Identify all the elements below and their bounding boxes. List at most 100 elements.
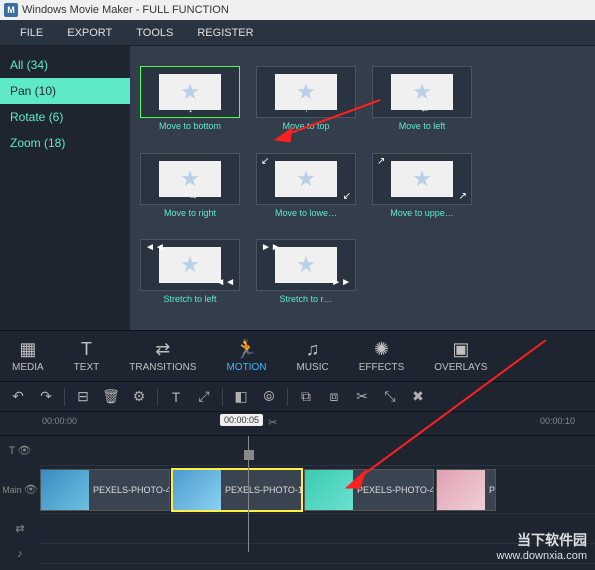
direction-arrow-icon: ↗: [377, 156, 385, 167]
sidebar: All (34) Pan (10) Rotate (6) Zoom (18): [0, 46, 130, 330]
star-icon: ★: [412, 166, 432, 192]
timeline-clip[interactable]: PE: [436, 469, 496, 511]
separator: [287, 388, 288, 406]
effects-grid: ★ ↓ Move to bottom ★ ↑ Move to top ★ ← M…: [130, 46, 595, 330]
effect-tile[interactable]: ★ ← Move to left: [372, 66, 472, 137]
toolbar-button[interactable]: ⤢: [194, 388, 214, 405]
separator: [157, 388, 158, 406]
module-tabs: ▦ MEDIA TTEXT ⇄TRANSITIONS 🏃 MOTION ♫ MUSIC ✺EFF…: [0, 330, 595, 382]
main-area: All (34) Pan (10) Rotate (6) Zoom (18) ★…: [0, 46, 595, 330]
effect-thumb: ★ →: [140, 153, 240, 205]
star-icon: ★: [180, 166, 200, 192]
effect-label: Move to right: [140, 205, 240, 218]
timeline-clip[interactable]: PEXELS-PHOTO-1: [172, 469, 302, 511]
effect-tile[interactable]: ★ ↙ ↙ Move to lowe…: [256, 153, 356, 224]
star-icon: ★: [296, 166, 316, 192]
timeline-clip[interactable]: PEXELS-PHOTO-4: [304, 469, 434, 511]
effect-thumb: ★ ←: [372, 66, 472, 118]
track-main[interactable]: Main👁 PEXELS-PHOTO-4PEXELS-PHOTO-1PEXELS…: [40, 466, 595, 514]
app-icon: M: [4, 3, 18, 17]
menu-file[interactable]: FILE: [8, 27, 55, 39]
clip-thumbnail: [305, 470, 353, 510]
effect-tile[interactable]: ★ ↓ Move to bottom: [140, 66, 240, 137]
sidebar-item-rotate[interactable]: Rotate (6): [0, 104, 130, 130]
effect-preview: ★: [391, 161, 453, 197]
toolbar-button[interactable]: ⧉: [296, 388, 316, 405]
effect-label: Move to lowe…: [256, 205, 356, 218]
menu-export[interactable]: EXPORT: [55, 27, 124, 39]
playhead-time: 00:00:05: [220, 414, 263, 426]
tab-label: OVERLAYS: [434, 362, 487, 373]
tab-transitions[interactable]: ⇄TRANSITIONS: [129, 339, 196, 373]
tab-motion[interactable]: 🏃 MOTION: [226, 339, 266, 373]
timeline-toolbar: ↶ ↷ ⊟ 🗑 ⚙ T ⤢ ◧ ⦾ ⧉ ⧈ ✂ ⤡ ✖: [0, 382, 595, 412]
tab-media[interactable]: ▦ MEDIA: [12, 339, 44, 373]
effect-tile[interactable]: ★ ↑ Move to top: [256, 66, 356, 137]
clip-label: PEXELS-PHOTO-4: [89, 485, 170, 495]
effect-tile[interactable]: ★ ◄◄ ◄◄ Stretch to left: [140, 239, 240, 310]
transition-track-icon: ⇄: [15, 522, 24, 535]
tab-label: TEXT: [74, 362, 100, 373]
effect-tile[interactable]: ★ → Move to right: [140, 153, 240, 224]
effect-thumb: ★ ↑: [256, 66, 356, 118]
timeline-clip[interactable]: PEXELS-PHOTO-4: [40, 469, 170, 511]
toolbar-button[interactable]: T: [166, 389, 186, 405]
watermark: 当下软件园 www.downxia.com: [497, 530, 587, 562]
toolbar-button[interactable]: ⤡: [380, 388, 400, 405]
effect-thumb: ★ ↙ ↙: [256, 153, 356, 205]
eye-icon[interactable]: 👁: [24, 483, 38, 496]
toolbar-button[interactable]: ⚙: [129, 388, 149, 405]
effect-thumb: ★ ►► ►►: [256, 239, 356, 291]
effect-tile[interactable]: ★ ↗ ↗ Move to uppe…: [372, 153, 472, 224]
playhead-handle[interactable]: [244, 450, 254, 460]
menu-tools[interactable]: TOOLS: [124, 27, 185, 39]
effect-tile[interactable]: ★ ►► ►► Stretch to r…: [256, 239, 356, 310]
overlays-icon: ▣: [452, 339, 469, 360]
tab-label: MEDIA: [12, 362, 44, 373]
time-ruler[interactable]: 00:00:00 00:00:10 00:00:05 ✂: [0, 412, 595, 436]
direction-arrow-icon: ►►: [261, 242, 281, 253]
motion-icon: 🏃: [235, 339, 257, 360]
effect-thumb: ★ ↗ ↗: [372, 153, 472, 205]
toolbar-button[interactable]: ↷: [36, 388, 56, 405]
toolbar-button[interactable]: ◧: [231, 388, 251, 405]
media-icon: ▦: [19, 339, 36, 360]
effect-label: Move to bottom: [140, 118, 240, 131]
menu-register[interactable]: REGISTER: [185, 27, 265, 39]
toolbar-button[interactable]: ⊟: [73, 388, 93, 405]
tab-text[interactable]: TTEXT: [74, 339, 100, 373]
toolbar-button[interactable]: ✂: [352, 388, 372, 405]
direction-arrow-icon: ←: [420, 104, 430, 115]
track-text[interactable]: T👁: [40, 436, 595, 466]
separator: [64, 388, 65, 406]
sidebar-item-pan[interactable]: Pan (10): [0, 78, 130, 104]
tab-label: MOTION: [226, 362, 266, 373]
toolbar-button[interactable]: ↶: [8, 388, 28, 405]
toolbar-button[interactable]: ✖: [408, 388, 428, 405]
direction-arrow-icon: ►►: [331, 277, 351, 288]
direction-arrow-icon: ↗: [459, 191, 467, 202]
direction-arrow-icon: ↑: [304, 104, 309, 115]
window-title: Windows Movie Maker - FULL FUNCTION: [22, 4, 229, 16]
sidebar-item-zoom[interactable]: Zoom (18): [0, 130, 130, 156]
clip-label: PEXELS-PHOTO-1: [221, 485, 302, 495]
toolbar-button[interactable]: ⧈: [324, 388, 344, 405]
tab-label: MUSIC: [296, 362, 328, 373]
tab-music[interactable]: ♫ MUSIC: [296, 339, 328, 373]
scissors-icon[interactable]: ✂: [268, 416, 277, 429]
music-icon: ♫: [306, 339, 320, 360]
tab-overlays[interactable]: ▣ OVERLAYS: [434, 339, 487, 373]
star-icon: ★: [412, 79, 432, 105]
effects-icon: ✺: [374, 339, 389, 360]
tab-effects[interactable]: ✺EFFECTS: [359, 339, 405, 373]
transitions-icon: ⇄: [155, 339, 170, 360]
sidebar-item-all[interactable]: All (34): [0, 52, 130, 78]
effect-label: Move to uppe…: [372, 205, 472, 218]
toolbar-button[interactable]: 🗑: [101, 388, 121, 405]
menubar: FILE EXPORT TOOLS REGISTER: [0, 20, 595, 46]
clip-label: PEXELS-PHOTO-4: [353, 485, 434, 495]
eye-icon[interactable]: 👁: [17, 444, 31, 457]
effect-preview: ★: [159, 247, 221, 283]
toolbar-button[interactable]: ⦾: [259, 388, 279, 405]
time-label: 00:00:00: [42, 416, 77, 426]
